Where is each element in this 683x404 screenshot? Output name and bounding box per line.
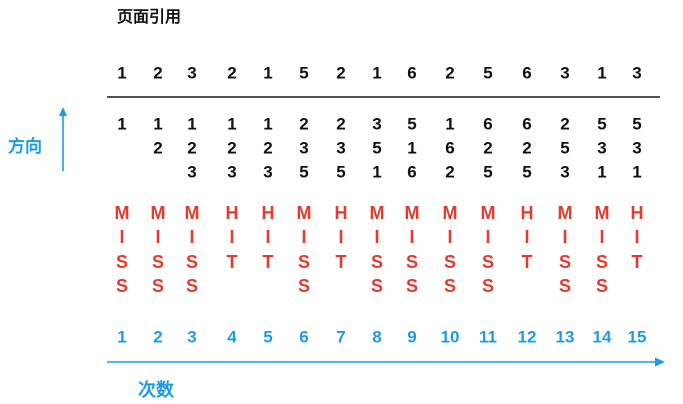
result-label: MISS [404, 202, 420, 297]
reference-page: 1 [117, 63, 127, 83]
step-number: 7 [336, 327, 346, 347]
reference-page: 2 [445, 63, 455, 83]
frame-page: 1 [187, 114, 197, 134]
frame-page: 3 [263, 162, 273, 182]
result-label: HIT [261, 202, 275, 272]
frame-page: 5 [372, 138, 382, 158]
frame-page: 6 [483, 114, 493, 134]
result-label: MISS [296, 202, 312, 297]
frame-page: 1 [263, 114, 273, 134]
frame-page: 1 [632, 162, 642, 182]
frame-page: 3 [227, 162, 237, 182]
frame-page: 2 [336, 114, 346, 134]
frame-page: 6 [445, 138, 455, 158]
step-number: 15 [627, 327, 647, 347]
frame-page: 2 [299, 114, 309, 134]
frame-page: 2 [522, 138, 532, 158]
result-label: MISS [369, 202, 385, 297]
reference-page: 1 [263, 63, 273, 83]
result-label: HIT [334, 202, 348, 272]
frame-page: 6 [407, 162, 417, 182]
frame-page: 3 [372, 114, 382, 134]
frame-page: 1 [153, 114, 163, 134]
reference-page: 1 [597, 63, 607, 83]
frame-page: 1 [407, 138, 417, 158]
reference-page: 5 [483, 63, 493, 83]
frame-page: 5 [483, 162, 493, 182]
frame-page: 3 [560, 162, 570, 182]
step-number: 6 [299, 327, 309, 347]
reference-page: 1 [372, 63, 382, 83]
arrow-up-icon [59, 107, 67, 171]
frame-page: 1 [227, 114, 237, 134]
frame-page: 5 [522, 162, 532, 182]
step-number: 9 [407, 327, 417, 347]
reference-page: 2 [336, 63, 346, 83]
result-label: MISS [150, 202, 166, 297]
frame-page: 5 [597, 114, 607, 134]
frame-page: 1 [372, 162, 382, 182]
frame-page: 2 [153, 138, 163, 158]
frame-page: 3 [299, 138, 309, 158]
result-label: MISS [557, 202, 573, 297]
step-number: 10 [440, 327, 460, 347]
step-number: 3 [187, 327, 197, 347]
step-number: 2 [153, 327, 163, 347]
step-number: 12 [517, 327, 537, 347]
result-label: HIT [520, 202, 534, 272]
reference-page: 3 [187, 63, 197, 83]
result-label: HIT [630, 202, 644, 272]
result-label: MISS [114, 202, 130, 297]
frame-page: 5 [560, 138, 570, 158]
step-number: 14 [592, 327, 612, 347]
frame-page: 5 [299, 162, 309, 182]
frame-page: 3 [336, 138, 346, 158]
reference-page: 6 [407, 63, 417, 83]
count-label: 次数 [138, 380, 174, 400]
step-number: 5 [263, 327, 273, 347]
step-number: 13 [555, 327, 575, 347]
result-label: HIT [225, 202, 239, 272]
frame-page: 2 [187, 138, 197, 158]
result-label: MISS [184, 202, 200, 297]
frame-page: 2 [560, 114, 570, 134]
frame-page: 3 [632, 138, 642, 158]
step-number: 4 [227, 327, 237, 347]
reference-page: 3 [632, 63, 642, 83]
result-label: MISS [442, 202, 458, 297]
arrow-right-icon [107, 357, 665, 367]
page-replacement-diagram: 页面引用 方向 123215216256313 1121231231232352… [0, 0, 683, 404]
frame-page: 1 [445, 114, 455, 134]
direction-label: 方向 [8, 137, 42, 156]
frame-page: 3 [187, 162, 197, 182]
frame-page: 6 [522, 114, 532, 134]
frame-page: 5 [336, 162, 346, 182]
result-label: MISS [480, 202, 496, 297]
frame-page: 5 [407, 114, 417, 134]
reference-page: 5 [299, 63, 309, 83]
reference-page: 2 [227, 63, 237, 83]
frame-page: 3 [597, 138, 607, 158]
reference-page: 2 [153, 63, 163, 83]
result-label: MISS [594, 202, 610, 297]
frame-page: 1 [117, 114, 127, 134]
frame-page: 2 [263, 138, 273, 158]
frame-page: 2 [445, 162, 455, 182]
step-number: 8 [372, 327, 382, 347]
reference-page: 6 [522, 63, 532, 83]
step-number: 11 [479, 327, 497, 347]
step-number: 1 [117, 327, 127, 347]
frame-page: 2 [227, 138, 237, 158]
frame-page: 2 [483, 138, 493, 158]
reference-page: 3 [560, 63, 570, 83]
frame-page: 5 [632, 114, 642, 134]
frame-page: 1 [597, 162, 607, 182]
